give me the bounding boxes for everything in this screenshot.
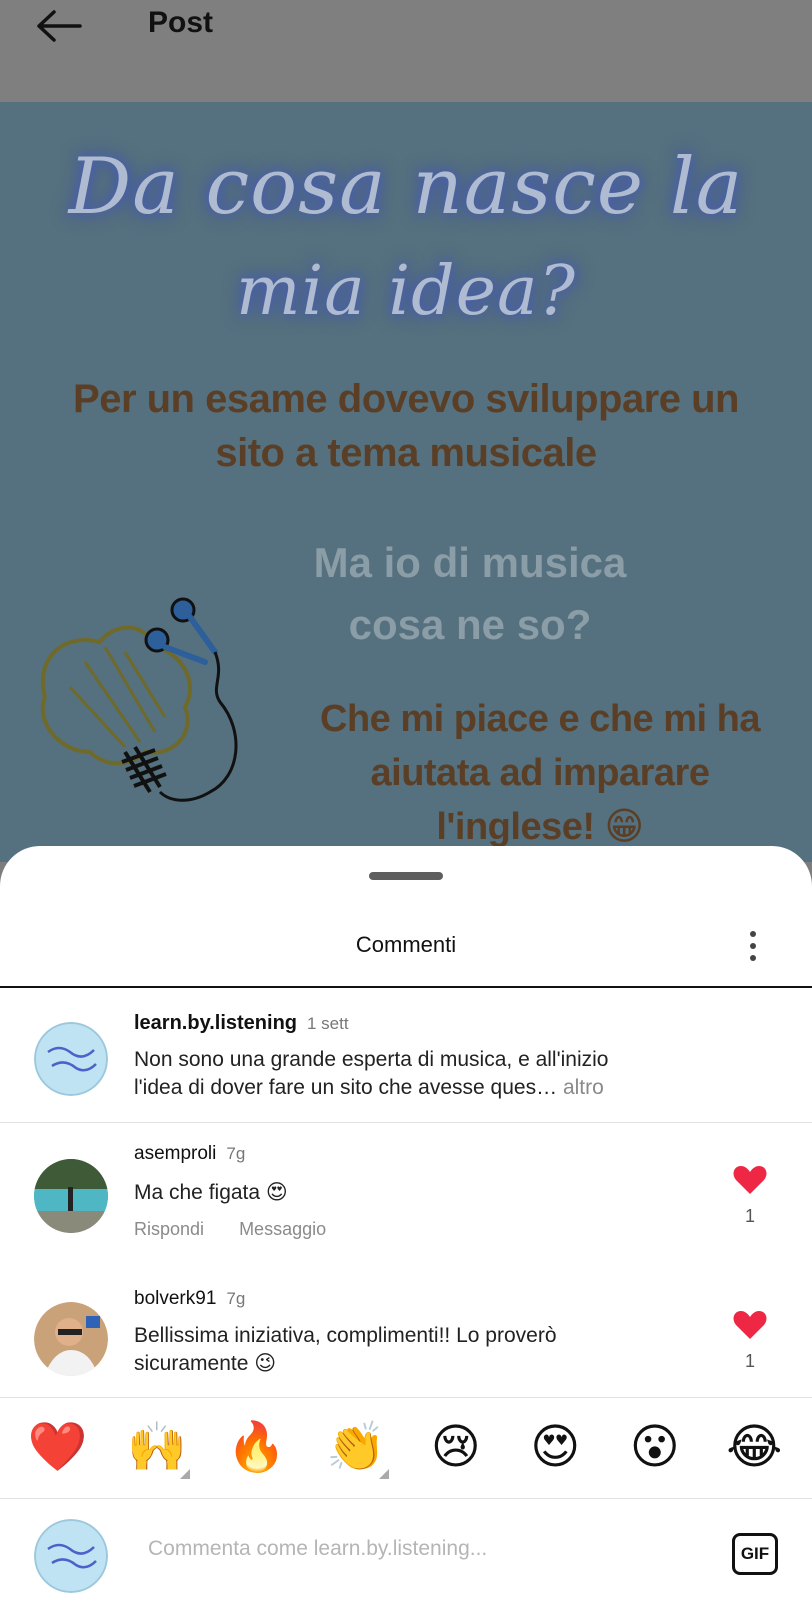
sheet-title: Commenti — [355, 932, 457, 957]
comment-username[interactable]: bolverk91 7g — [134, 1288, 245, 1310]
comment-item: bolverk91 7g Bellissima iniziativa, compl… — [0, 1268, 812, 1398]
comment-username[interactable]: learn.by.listening 1 sett — [134, 1012, 349, 1035]
comment-text-line1: Bellissima iniziativa, complimenti!! Lo … — [134, 1324, 557, 1347]
avatar-image — [34, 1519, 108, 1593]
lightbulb-headphones-icon — [40, 597, 238, 802]
clapping-hands-emoji-button[interactable]: 👏 — [321, 1419, 391, 1479]
raising-hands-icon: 🙌 — [127, 1419, 188, 1475]
like-count: 1 — [744, 1206, 755, 1226]
post-script-title-line1: Da cosa nasce la — [68, 142, 744, 232]
comment-text-line2: sicuramente 😉 — [134, 1352, 277, 1375]
heart-icon — [733, 1166, 767, 1194]
comment-time: 7g — [226, 1144, 246, 1163]
post-text-line1: Per un esame dovevo sviluppare un — [73, 377, 739, 421]
post-script-title-line2: mia idea? — [236, 252, 576, 331]
username-text[interactable]: asemproli — [134, 1143, 216, 1164]
skin-tone-indicator — [180, 1469, 191, 1479]
dot — [750, 955, 756, 961]
comment-time: 1 sett — [307, 1014, 349, 1033]
tears-of-joy-emoji-button[interactable]: 😂 — [719, 1419, 789, 1475]
drag-handle[interactable] — [369, 872, 443, 880]
comment-text: Bellissima iniziativa, complimenti!! Lo … — [134, 1322, 694, 1378]
post-image[interactable]: Da cosa nasce la mia idea? Per un esame … — [0, 102, 812, 862]
raising-hands-emoji-button[interactable]: 🙌 — [122, 1419, 192, 1479]
comment-item: asemproli 7g Ma che figata 😍 Rispondi Mes… — [0, 1123, 812, 1263]
crying-face-emoji-button[interactable]: 😢 — [421, 1419, 491, 1475]
post-text-line3: Che mi piace e che mi ha — [320, 698, 760, 740]
more-options-button[interactable] — [738, 928, 768, 964]
top-bar: Post — [0, 0, 812, 102]
post-text-block1: Per un esame dovevo sviluppare un sito a… — [0, 372, 812, 480]
gif-button[interactable]: GIF — [732, 1533, 778, 1575]
reply-button[interactable]: Rispondi — [134, 1219, 204, 1239]
avatar-image — [34, 1159, 108, 1233]
dot — [750, 931, 756, 937]
heart-emoji-button[interactable]: ❤️ — [23, 1419, 93, 1475]
dot — [750, 943, 756, 949]
comment-time: 7g — [226, 1289, 246, 1308]
post-text-line2: sito a tema musicale — [215, 431, 597, 475]
clapping-hands-icon: 👏 — [326, 1419, 387, 1475]
like-count: 1 — [744, 1351, 755, 1371]
comments-sheet: Commenti learn.by.listening 1 sett Non so… — [0, 846, 812, 1600]
message-button[interactable]: Messaggio — [239, 1219, 326, 1239]
heart-icon — [733, 1311, 767, 1339]
like-button[interactable]: 1 — [730, 1310, 770, 1372]
comment-text-line1: Non sono una grande esperta di musica, e… — [134, 1048, 609, 1071]
comment-input[interactable] — [148, 1531, 688, 1567]
own-avatar — [34, 1519, 108, 1593]
comment-text-line2: l'idea di dover fare un sito che avesse … — [134, 1076, 558, 1099]
avatar[interactable] — [34, 1159, 108, 1233]
username-text[interactable]: learn.by.listening — [134, 1012, 297, 1034]
heart-eyes-emoji-button[interactable]: 😍 — [520, 1419, 590, 1475]
avatar-image — [34, 1302, 108, 1376]
avatar-image — [34, 1022, 108, 1096]
username-text[interactable]: bolverk91 — [134, 1288, 216, 1309]
skin-tone-indicator — [379, 1469, 390, 1479]
comment-text: Non sono una grande esperta di musica, e… — [134, 1046, 694, 1102]
surprised-face-emoji-button[interactable]: 😮 — [620, 1419, 690, 1475]
fire-emoji-button[interactable]: 🔥 — [222, 1419, 292, 1475]
post-grey-line2: cosa ne so? — [348, 601, 592, 648]
post-text-block2: Che mi piace e che mi ha aiutata ad impa… — [270, 692, 810, 854]
arrow-left-icon — [37, 10, 82, 42]
post-grey-line1: Ma io di musica — [313, 539, 627, 586]
emoji-reaction-bar: ❤️ 🙌 🔥 👏 😢 😍 😮 😂 — [0, 1398, 812, 1496]
comment-text: Ma che figata 😍 — [134, 1181, 288, 1204]
post-text-line4: aiutata ad imparare — [370, 752, 710, 794]
avatar[interactable] — [34, 1302, 108, 1376]
comment-composer: GIF — [0, 1498, 812, 1600]
back-button[interactable] — [30, 4, 86, 48]
post-grey-text: Ma io di musica cosa ne so? — [250, 532, 690, 656]
comment-actions: Rispondi Messaggio — [134, 1219, 356, 1240]
like-button[interactable]: 1 — [730, 1165, 770, 1227]
avatar[interactable] — [34, 1022, 108, 1096]
comment-caption: learn.by.listening 1 sett Non sono una gr… — [0, 988, 812, 1116]
more-link[interactable]: altro — [563, 1076, 604, 1099]
comment-username[interactable]: asemproli 7g — [134, 1143, 245, 1165]
page-title: Post — [148, 6, 214, 39]
